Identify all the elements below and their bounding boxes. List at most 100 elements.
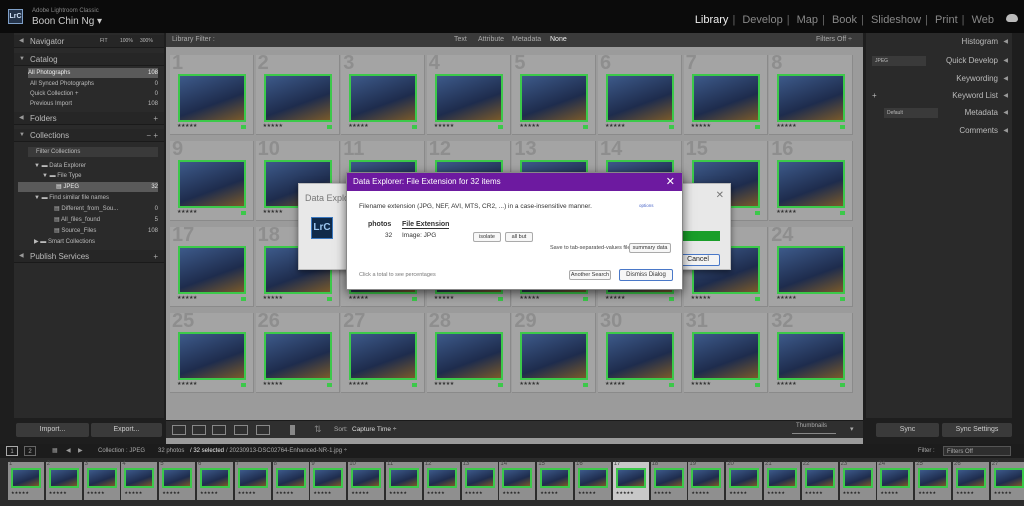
- photo-thumbnail[interactable]: [349, 74, 418, 122]
- sync-settings-button[interactable]: Sync Settings: [942, 423, 1012, 437]
- filmstrip-thumbnail[interactable]: 1 ★★★★★: [8, 461, 44, 500]
- pick-flag-icon[interactable]: [583, 125, 589, 129]
- filmstrip-thumbnail[interactable]: 8 ★★★★★: [272, 461, 309, 500]
- grid-cell[interactable]: 7 ★★★★★: [683, 55, 768, 135]
- isolate-button[interactable]: isolate: [473, 232, 501, 242]
- star-rating[interactable]: ★★★★★: [776, 295, 796, 301]
- pick-flag-icon[interactable]: [754, 297, 760, 301]
- catalog-item-previous-import[interactable]: Previous Import 108: [30, 99, 158, 109]
- filmstrip-thumbnail[interactable]: 22 ★★★★★: [801, 461, 838, 500]
- pick-flag-icon[interactable]: [583, 383, 589, 387]
- comments-header[interactable]: Comments ◀: [866, 123, 1012, 139]
- photo-thumbnail[interactable]: [777, 246, 846, 294]
- module-book[interactable]: Book: [832, 14, 857, 26]
- sync-button[interactable]: Sync: [876, 423, 939, 437]
- collection-set-find-similar[interactable]: ▼ ▬ Find similar file names: [34, 193, 158, 203]
- painter-icon[interactable]: [290, 425, 295, 435]
- photos-count[interactable]: 32: [385, 232, 392, 239]
- photo-thumbnail[interactable]: [691, 74, 760, 122]
- dismiss-dialog-button[interactable]: Dismiss Dialog: [619, 269, 673, 281]
- star-rating[interactable]: ★★★★★: [776, 381, 796, 387]
- toolbar-menu-icon[interactable]: ▾: [850, 425, 854, 433]
- star-rating[interactable]: ★★★★★: [177, 123, 197, 129]
- pick-flag-icon[interactable]: [497, 125, 503, 129]
- close-icon[interactable]: ✕: [716, 190, 724, 201]
- grid-cell[interactable]: 3 ★★★★★: [341, 55, 426, 135]
- survey-view-icon[interactable]: [234, 425, 248, 435]
- another-search-button[interactable]: Another Search: [569, 270, 611, 280]
- photo-thumbnail[interactable]: [434, 74, 503, 122]
- loupe-view-icon[interactable]: [192, 425, 206, 435]
- publish-services-header[interactable]: ◀ Publish Services +: [14, 250, 164, 263]
- keyword-list-header[interactable]: Keyword List ◀ +: [866, 88, 1012, 104]
- pick-flag-icon[interactable]: [840, 383, 846, 387]
- star-rating[interactable]: ★★★★★: [263, 381, 283, 387]
- pick-flag-icon[interactable]: [412, 125, 418, 129]
- filmstrip-thumbnail[interactable]: 21 ★★★★★: [764, 461, 800, 500]
- filmstrip-thumbnail[interactable]: 19 ★★★★★: [688, 461, 725, 500]
- grid-cell[interactable]: 32 ★★★★★: [769, 313, 854, 393]
- photo-thumbnail[interactable]: [178, 160, 246, 208]
- page-2-button[interactable]: 2: [24, 446, 36, 456]
- photo-thumbnail[interactable]: [606, 74, 674, 122]
- grid-cell[interactable]: 1 ★★★★★: [170, 55, 254, 135]
- filmstrip-thumbnail[interactable]: 6 ★★★★★: [197, 461, 233, 500]
- page-1-button[interactable]: 1: [6, 446, 18, 456]
- filmstrip-thumbnail[interactable]: 3 ★★★★★: [83, 461, 120, 500]
- import-button[interactable]: Import...: [16, 423, 89, 437]
- filmstrip-thumbnail[interactable]: 17 ★★★★★: [612, 461, 649, 500]
- grid-cell[interactable]: 25 ★★★★★: [170, 313, 254, 393]
- grid-cell[interactable]: 6 ★★★★★: [598, 55, 682, 135]
- sort-direction-icon[interactable]: ⇅: [314, 424, 322, 435]
- pick-flag-icon[interactable]: [241, 383, 246, 387]
- pick-flag-icon[interactable]: [669, 383, 674, 387]
- folders-header[interactable]: ◀ Folders +: [14, 112, 164, 125]
- photo-thumbnail[interactable]: [777, 332, 846, 380]
- quick-develop-header[interactable]: Quick Develop ◀: [866, 53, 1012, 69]
- pick-flag-icon[interactable]: [497, 383, 503, 387]
- photo-thumbnail[interactable]: [178, 332, 246, 380]
- star-rating[interactable]: ★★★★★: [519, 381, 539, 387]
- star-rating[interactable]: ★★★★★: [263, 123, 283, 129]
- pick-flag-icon[interactable]: [840, 125, 846, 129]
- collection-set-file-type[interactable]: ▼ ▬ File Type: [42, 171, 158, 181]
- pick-flag-icon[interactable]: [840, 297, 846, 301]
- filmstrip-thumbnail[interactable]: 5 ★★★★★: [159, 461, 196, 500]
- filmstrip-thumbnail[interactable]: 14 ★★★★★: [499, 461, 536, 500]
- module-library[interactable]: Library: [695, 14, 729, 26]
- pick-flag-icon[interactable]: [497, 297, 503, 301]
- pick-flag-icon[interactable]: [241, 125, 246, 129]
- options-link[interactable]: options: [639, 203, 654, 208]
- module-web[interactable]: Web: [972, 14, 994, 26]
- filmstrip-thumbnail[interactable]: 25 ★★★★★: [915, 461, 952, 500]
- star-rating[interactable]: ★★★★★: [605, 295, 625, 301]
- photo-thumbnail[interactable]: [777, 74, 846, 122]
- photo-thumbnail[interactable]: [263, 332, 332, 380]
- photo-thumbnail[interactable]: [178, 246, 246, 294]
- filmstrip-thumbnail[interactable]: 12 ★★★★★: [423, 461, 460, 500]
- filmstrip-filter-dropdown[interactable]: Filters Off: [943, 446, 1011, 456]
- zoom-100[interactable]: 100%: [120, 35, 133, 48]
- keywording-header[interactable]: Keywording ◀: [866, 71, 1012, 87]
- grid-cell[interactable]: 5 ★★★★★: [512, 55, 597, 135]
- catalog-item-quick-collection[interactable]: Quick Collection +0: [30, 89, 158, 99]
- filmstrip-thumbnail[interactable]: 11 ★★★★★: [386, 461, 422, 500]
- filters-off-dropdown[interactable]: Filters Off ÷: [816, 33, 852, 47]
- star-rating[interactable]: ★★★★★: [691, 295, 711, 301]
- filmstrip-thumbnail[interactable]: 15 ★★★★★: [537, 461, 574, 500]
- star-rating[interactable]: ★★★★★: [177, 295, 197, 301]
- add-folder-icon[interactable]: +: [153, 112, 158, 125]
- filmstrip-thumbnail[interactable]: 4 ★★★★★: [121, 461, 158, 500]
- close-icon[interactable]: ✕: [666, 175, 675, 188]
- filmstrip-thumbnail[interactable]: 24 ★★★★★: [877, 461, 914, 500]
- star-rating[interactable]: ★★★★★: [605, 381, 625, 387]
- star-rating[interactable]: ★★★★★: [177, 209, 197, 215]
- photo-thumbnail[interactable]: [777, 160, 846, 208]
- forward-icon[interactable]: ▶: [78, 444, 83, 458]
- collection-source-files[interactable]: ▤ Source_Files 108: [54, 226, 158, 236]
- grid-cell[interactable]: 30 ★★★★★: [598, 313, 682, 393]
- star-rating[interactable]: ★★★★★: [348, 381, 368, 387]
- grid-cell[interactable]: 8 ★★★★★: [769, 55, 854, 135]
- all-but-button[interactable]: all but: [505, 232, 533, 242]
- module-slideshow[interactable]: Slideshow: [871, 14, 921, 26]
